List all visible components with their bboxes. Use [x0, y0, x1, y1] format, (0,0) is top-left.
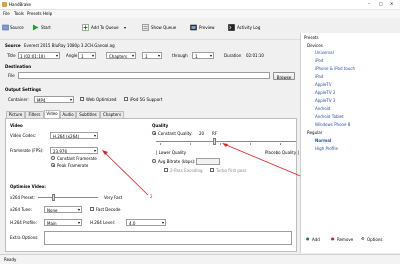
- preset-item-android-tablet[interactable]: Android Tablet: [315, 115, 344, 119]
- add-preset-label: Add: [312, 237, 320, 242]
- status-text: Ready: [4, 257, 17, 262]
- preset-item-windows-phone[interactable]: Windows Phone 8: [315, 123, 350, 127]
- gear-icon: ⚙: [361, 236, 365, 241]
- annotation-mark-2: 2: [150, 194, 153, 199]
- annotation-arrow-1: [223, 143, 306, 179]
- preset-item-universal[interactable]: Universal: [315, 51, 334, 55]
- status-bar: Ready: [0, 254, 400, 264]
- remove-preset-button[interactable]: ● Remove: [331, 236, 359, 244]
- presets-panel: Presets Devices Universal iPod iPhone & …: [300, 33, 400, 253]
- add-preset-button[interactable]: ● Add: [306, 236, 326, 244]
- preset-item-ipad[interactable]: iPad: [315, 75, 323, 79]
- annotation-arrowhead-1: [222, 143, 228, 147]
- preset-item-high-profile[interactable]: High Profile: [315, 147, 338, 151]
- remove-preset-label: Remove: [337, 237, 354, 242]
- preset-options-label: Options: [367, 237, 383, 242]
- devices-group[interactable]: Devices: [307, 44, 323, 48]
- preset-options-button[interactable]: ⚙ Options: [361, 236, 391, 244]
- preset-item-appletv-2[interactable]: AppleTV 2: [315, 91, 335, 95]
- minus-icon: ●: [331, 236, 335, 241]
- preset-item-iphone[interactable]: iPhone & iPod touch: [315, 67, 355, 71]
- preset-item-normal[interactable]: Normal: [315, 139, 331, 143]
- plus-icon: ●: [306, 236, 310, 241]
- preset-item-android[interactable]: Android: [315, 107, 330, 111]
- annotation-arrowhead-2: [102, 150, 108, 155]
- preset-item-appletv-3[interactable]: AppleTV 3: [315, 99, 335, 103]
- preset-item-ipod[interactable]: iPod: [315, 59, 323, 63]
- preset-item-appletv[interactable]: AppleTV: [315, 83, 332, 87]
- regular-group[interactable]: Regular: [307, 131, 322, 135]
- presets-header: Presets: [304, 35, 319, 40]
- annotation-arrow-2: [103, 151, 149, 196]
